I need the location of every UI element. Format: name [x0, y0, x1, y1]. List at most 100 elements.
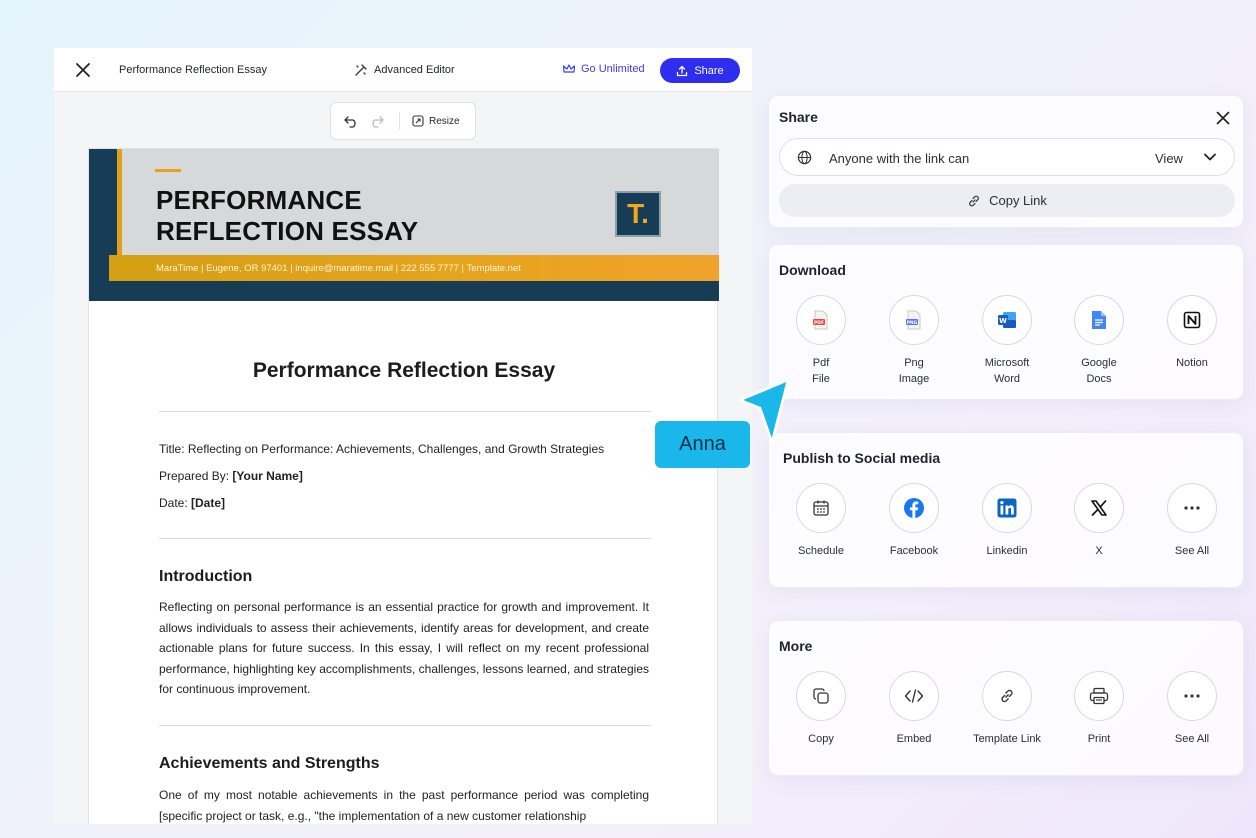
- facebook-label: Facebook: [889, 545, 939, 557]
- document-header: MaraTime | Eugene, OR 97401 | inquire@ma…: [89, 149, 719, 301]
- redo-icon[interactable]: [369, 114, 385, 128]
- date-label: Date:: [159, 496, 192, 510]
- social-see-all-label: See All: [1174, 545, 1210, 557]
- png-line2: Image: [898, 373, 930, 385]
- x-icon: [1074, 483, 1124, 533]
- download-google-docs-label: Google Docs: [1053, 355, 1145, 387]
- resize-icon: [412, 115, 424, 127]
- editor-topbar: Performance Reflection Essay Advanced Ed…: [54, 48, 752, 92]
- copy-label: Copy: [808, 733, 834, 745]
- header-contact-band: MaraTime | Eugene, OR 97401 | inquire@ma…: [109, 255, 719, 281]
- resize-label: Resize: [429, 115, 460, 127]
- date-line: Date: [Date]: [159, 496, 225, 510]
- svg-text:PNG: PNG: [907, 320, 918, 326]
- go-unlimited-button[interactable]: Go Unlimited: [562, 63, 645, 75]
- download-title: Download: [779, 262, 846, 278]
- document-page[interactable]: MaraTime | Eugene, OR 97401 | inquire@ma…: [88, 148, 719, 824]
- achievements-text: One of my most notable achievements in t…: [159, 788, 649, 823]
- header-accent-line: [155, 169, 181, 172]
- social-card: Publish to Social media Schedule Faceboo…: [768, 432, 1244, 588]
- introduction-text: Reflecting on personal performance is an…: [159, 600, 649, 697]
- template-link-option[interactable]: Template Link: [961, 671, 1053, 747]
- download-word-option[interactable]: W Microsoft Word: [961, 295, 1053, 387]
- copy-link-button[interactable]: Copy Link: [779, 184, 1235, 217]
- embed-icon: [889, 671, 939, 721]
- undo-icon[interactable]: [343, 114, 359, 128]
- close-icon[interactable]: [1215, 110, 1231, 126]
- close-icon[interactable]: [74, 61, 92, 79]
- schedule-option[interactable]: Schedule: [775, 483, 867, 559]
- template-logo: T.: [615, 191, 661, 237]
- prepared-by-label: Prepared By:: [159, 469, 233, 483]
- title-line: Title: Reflecting on Performance: Achiev…: [159, 442, 605, 456]
- share-button[interactable]: Share: [660, 58, 740, 83]
- editor-toolbar: Resize: [330, 102, 476, 140]
- social-title: Publish to Social media: [783, 450, 941, 466]
- more-card: More Copy Embed Template Link Print See …: [768, 620, 1244, 776]
- linkedin-icon: [982, 483, 1032, 533]
- globe-icon: [797, 150, 812, 165]
- png-icon: PNG: [889, 295, 939, 345]
- facebook-option[interactable]: Facebook: [868, 483, 960, 559]
- embed-label: Embed: [896, 733, 932, 745]
- word-line1: Microsoft: [984, 357, 1030, 369]
- prepared-by-value: [Your Name]: [232, 469, 303, 483]
- toolbar-divider: [399, 112, 400, 130]
- link-icon: [969, 195, 979, 206]
- document-title: Performance Reflection Essay: [119, 64, 267, 76]
- print-icon: [1074, 671, 1124, 721]
- advanced-editor-label: Advanced Editor: [374, 64, 455, 76]
- editor-window: Performance Reflection Essay Advanced Ed…: [54, 48, 752, 824]
- link-access-dropdown[interactable]: Anyone with the link can View: [779, 138, 1235, 176]
- link-access-label: Anyone with the link can: [829, 151, 970, 166]
- more-icon: [1167, 671, 1217, 721]
- copy-option[interactable]: Copy: [775, 671, 867, 747]
- facebook-icon: [889, 483, 939, 533]
- google-docs-line1: Google: [1081, 357, 1117, 369]
- prepared-by-line: Prepared By: [Your Name]: [159, 469, 303, 483]
- embed-option[interactable]: Embed: [868, 671, 960, 747]
- introduction-heading: Introduction: [159, 568, 253, 585]
- x-option[interactable]: X: [1053, 483, 1145, 559]
- link-icon: [982, 671, 1032, 721]
- pdf-icon: PDF: [796, 295, 846, 345]
- copy-link-label: Copy Link: [989, 193, 1047, 208]
- download-png-label: Png Image: [868, 355, 960, 387]
- google-docs-icon: [1074, 295, 1124, 345]
- print-option[interactable]: Print: [1053, 671, 1145, 747]
- download-notion-label: Notion: [1146, 355, 1238, 371]
- go-unlimited-label: Go Unlimited: [581, 63, 645, 75]
- collaborator-name-badge: Anna: [655, 421, 750, 468]
- more-see-all-label: See All: [1174, 733, 1210, 745]
- resize-button[interactable]: Resize: [412, 115, 460, 127]
- header-title-line2: REFLECTION ESSAY: [156, 216, 419, 246]
- svg-text:PDF: PDF: [814, 320, 824, 326]
- divider: [159, 725, 651, 726]
- svg-text:W: W: [999, 317, 1007, 325]
- chevron-down-icon: [1204, 153, 1216, 161]
- schedule-label: Schedule: [798, 545, 844, 557]
- download-png-option[interactable]: PNG Png Image: [868, 295, 960, 387]
- template-link-label: Template Link: [973, 733, 1041, 745]
- download-card: Download PDF Pdf File PNG Png Image W Mi…: [768, 244, 1244, 400]
- header-title-line1: PERFORMANCE: [156, 185, 362, 215]
- png-line1: Png: [904, 357, 924, 369]
- permission-value: View: [1155, 151, 1183, 166]
- more-see-all-option[interactable]: See All: [1146, 671, 1238, 747]
- print-label: Print: [1087, 733, 1111, 745]
- download-pdf-option[interactable]: PDF Pdf File: [775, 295, 867, 387]
- magic-wand-icon: [355, 64, 367, 76]
- linkedin-option[interactable]: Linkedin: [961, 483, 1053, 559]
- divider: [159, 411, 651, 412]
- social-see-all-option[interactable]: See All: [1146, 483, 1238, 559]
- linkedin-label: Linkedin: [986, 545, 1028, 557]
- download-google-docs-option[interactable]: Google Docs: [1053, 295, 1145, 387]
- more-title: More: [779, 638, 813, 654]
- advanced-editor-button[interactable]: Advanced Editor: [354, 63, 455, 77]
- share-button-label: Share: [694, 64, 724, 77]
- share-card: Share Anyone with the link can View Copy…: [768, 95, 1244, 228]
- word-line2: Word: [993, 373, 1021, 385]
- calendar-icon: [796, 483, 846, 533]
- word-icon: W: [982, 295, 1032, 345]
- download-notion-option[interactable]: Notion: [1146, 295, 1238, 371]
